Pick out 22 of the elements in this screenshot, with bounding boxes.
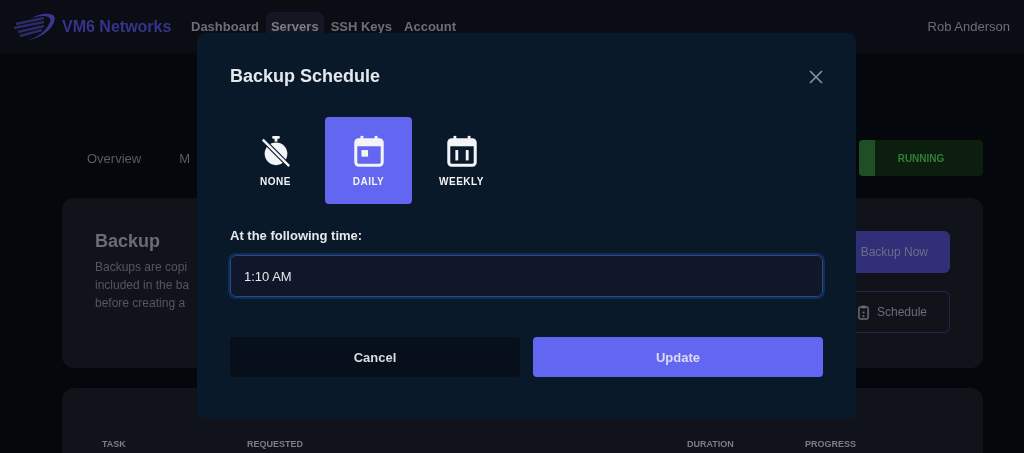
frequency-option[interactable]: DAILY [325, 117, 412, 204]
column-header: DURATION [687, 439, 734, 450]
clipboard-icon [857, 304, 869, 320]
backup-description: Backups are copi included in the ba before creating a [95, 259, 190, 312]
user-menu[interactable]: Rob Anderson [927, 19, 1010, 34]
update-button[interactable]: Update [533, 337, 823, 377]
backup-title: Backup [95, 231, 161, 252]
column-header: PROGRESS [805, 439, 856, 450]
calendar-icon [444, 134, 479, 168]
cancel-button[interactable]: Cancel [230, 337, 520, 377]
time-field[interactable]: 1:10 AM [230, 255, 823, 297]
close-icon[interactable] [809, 69, 823, 84]
frequency-option[interactable]: NONE [232, 117, 319, 204]
column-header: TASK [102, 439, 126, 450]
column-header: REQUESTED [247, 439, 303, 450]
calendar-icon [351, 134, 386, 168]
time-label: At the following time: [230, 228, 364, 243]
dialog-title: Backup Schedule [230, 66, 381, 87]
status-badge: RUNNING [859, 140, 983, 176]
frequency-option[interactable]: WEEKLY [418, 117, 505, 204]
server-tab[interactable]: Overview [87, 150, 142, 166]
server-tab[interactable]: M [179, 150, 191, 166]
